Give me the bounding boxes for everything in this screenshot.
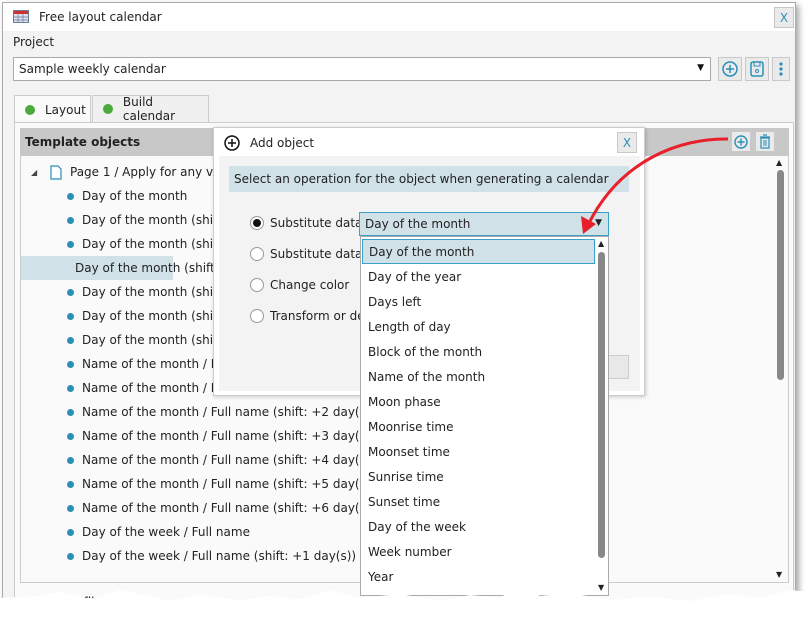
annotation-arrow: [586, 137, 729, 226]
arrowhead-icon: [581, 216, 596, 234]
annotation-overlay: [0, 137, 810, 627]
torn-edge: [0, 585, 810, 627]
